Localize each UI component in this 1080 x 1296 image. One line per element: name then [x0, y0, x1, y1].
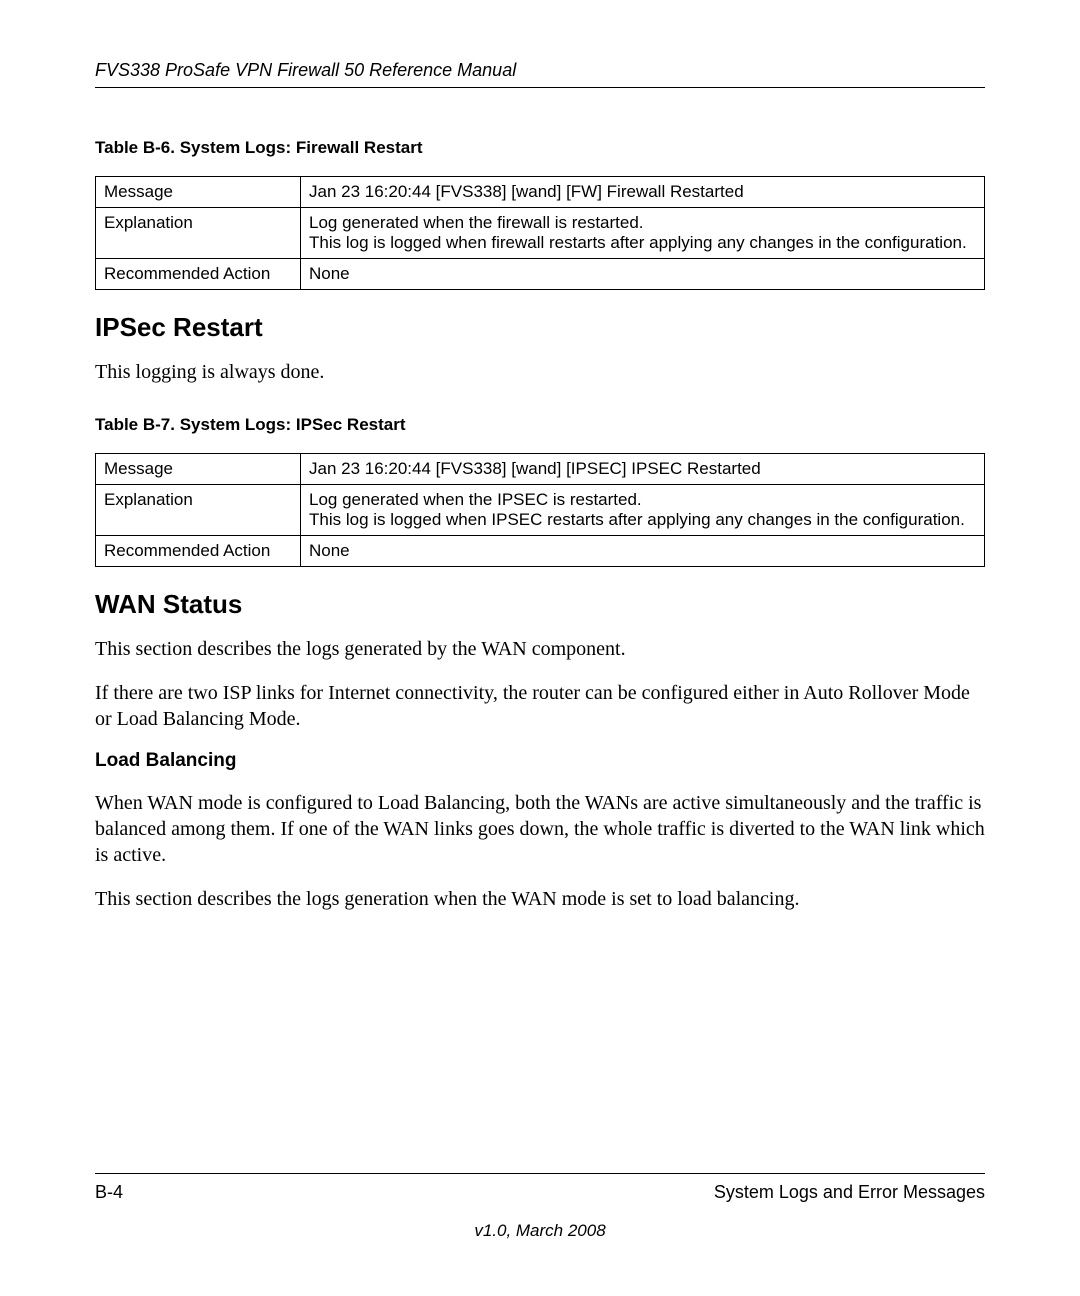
table-row: Message Jan 23 16:20:44 [FVS338] [wand] …: [96, 177, 985, 208]
load-balancing-para1: When WAN mode is configured to Load Bala…: [95, 790, 985, 868]
ipsec-intro-text: This logging is always done.: [95, 359, 985, 385]
table-b7: Message Jan 23 16:20:44 [FVS338] [wand] …: [95, 453, 985, 567]
table-cell-value: Log generated when the IPSEC is restarte…: [301, 485, 985, 536]
table-cell-label: Recommended Action: [96, 259, 301, 290]
table-cell-label: Recommended Action: [96, 536, 301, 567]
table-row: Explanation Log generated when the firew…: [96, 208, 985, 259]
footer-section-title: System Logs and Error Messages: [714, 1182, 985, 1203]
ipsec-restart-heading: IPSec Restart: [95, 312, 985, 343]
table-cell-value: Jan 23 16:20:44 [FVS338] [wand] [FW] Fir…: [301, 177, 985, 208]
footer-version: v1.0, March 2008: [95, 1221, 985, 1241]
table-row: Recommended Action None: [96, 536, 985, 567]
table-row: Message Jan 23 16:20:44 [FVS338] [wand] …: [96, 454, 985, 485]
page-footer: B-4 System Logs and Error Messages v1.0,…: [95, 1173, 985, 1241]
footer-rule: [95, 1173, 985, 1174]
load-balancing-para2: This section describes the logs generati…: [95, 886, 985, 912]
table-row: Recommended Action None: [96, 259, 985, 290]
table-cell-label: Explanation: [96, 208, 301, 259]
wan-para1: This section describes the logs generate…: [95, 636, 985, 662]
table-cell-label: Message: [96, 454, 301, 485]
wan-status-heading: WAN Status: [95, 589, 985, 620]
table-b7-caption: Table B-7. System Logs: IPSec Restart: [95, 415, 985, 435]
table-cell-label: Message: [96, 177, 301, 208]
table-b6-caption: Table B-6. System Logs: Firewall Restart: [95, 138, 985, 158]
table-cell-value: Jan 23 16:20:44 [FVS338] [wand] [IPSEC] …: [301, 454, 985, 485]
table-cell-value: None: [301, 259, 985, 290]
document-header: FVS338 ProSafe VPN Firewall 50 Reference…: [95, 60, 985, 88]
wan-para2: If there are two ISP links for Internet …: [95, 680, 985, 732]
table-row: Explanation Log generated when the IPSEC…: [96, 485, 985, 536]
load-balancing-heading: Load Balancing: [95, 750, 985, 772]
table-cell-label: Explanation: [96, 485, 301, 536]
footer-page-number: B-4: [95, 1182, 123, 1203]
table-cell-value: Log generated when the firewall is resta…: [301, 208, 985, 259]
table-cell-value: None: [301, 536, 985, 567]
table-b6: Message Jan 23 16:20:44 [FVS338] [wand] …: [95, 176, 985, 290]
